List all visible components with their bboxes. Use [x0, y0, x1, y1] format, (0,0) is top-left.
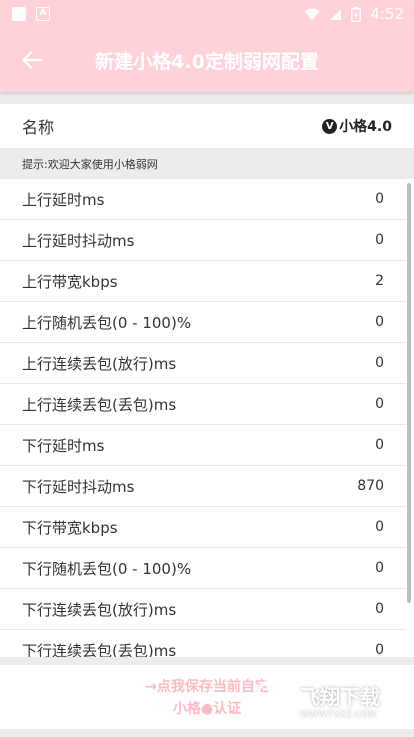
setting-value: 0: [375, 191, 384, 207]
setting-label: 下行随机丢包(0 - 100)%: [22, 559, 192, 578]
setting-label: 上行带宽kbps: [22, 272, 118, 291]
name-value-text: 小格4.0: [339, 119, 392, 135]
setting-row[interactable]: 下行延时抖动ms 870: [0, 466, 406, 507]
setting-value: 0: [375, 437, 384, 453]
setting-label: 下行连续丢包(放行)ms: [22, 600, 177, 619]
setting-label: 下行延时ms: [22, 436, 105, 455]
battery-icon: [351, 6, 362, 22]
settings-list[interactable]: 上行延时ms 0 上行延时抖动ms 0 上行带宽kbps 2 上行随机丢包(0 …: [0, 179, 414, 657]
status-bar: A 4:52: [0, 0, 414, 28]
wifi-icon: [304, 8, 320, 20]
scrollbar[interactable]: [407, 183, 411, 603]
setting-label: 下行连续丢包(丢包)ms: [22, 641, 177, 658]
name-value: V 小格4.0: [322, 116, 392, 136]
save-hint-text: →点我保存当前自定: [145, 679, 269, 695]
back-button[interactable]: [0, 28, 64, 92]
setting-value: 0: [375, 601, 384, 617]
signal-icon: [330, 8, 342, 20]
wing-logo-icon: [253, 679, 295, 721]
setting-row[interactable]: 下行随机丢包(0 - 100)% 0: [0, 548, 406, 589]
setting-value: 0: [375, 314, 384, 330]
setting-value: 0: [375, 519, 384, 535]
setting-row[interactable]: 上行连续丢包(放行)ms 0: [0, 343, 406, 384]
v-badge-icon: V: [322, 118, 338, 134]
square-icon: [12, 7, 26, 21]
name-label: 名称: [22, 118, 55, 137]
watermark: 飞翔下载 WWW.FXXZ.COM: [252, 672, 402, 728]
a-notification-icon: A: [36, 7, 50, 21]
arrow-left-icon: [22, 51, 42, 69]
status-time: 4:52: [370, 5, 404, 23]
setting-row[interactable]: 下行延时ms 0: [0, 425, 406, 466]
hint-text: 提示:欢迎大家使用小格弱网: [22, 158, 158, 171]
setting-row[interactable]: 上行随机丢包(0 - 100)% 0: [0, 302, 406, 343]
setting-value: 2: [375, 273, 384, 289]
setting-value: 0: [375, 355, 384, 371]
setting-row[interactable]: 下行连续丢包(丢包)ms 0: [0, 630, 406, 658]
app-bar: 新建小格4.0定制弱网配置: [0, 28, 414, 92]
watermark-url: WWW.FXXZ.COM: [300, 709, 377, 720]
setting-label: 上行连续丢包(放行)ms: [22, 354, 177, 373]
setting-row[interactable]: 上行延时ms 0: [0, 179, 406, 220]
setting-label: 下行延时抖动ms: [22, 477, 135, 496]
setting-value: 870: [357, 478, 384, 494]
setting-value: 0: [375, 232, 384, 248]
setting-row[interactable]: 上行延时抖动ms 0: [0, 220, 406, 261]
setting-label: 上行延时ms: [22, 190, 105, 209]
setting-value: 0: [375, 642, 384, 657]
setting-row[interactable]: 下行连续丢包(放行)ms 0: [0, 589, 406, 630]
setting-value: 0: [375, 396, 384, 412]
setting-row[interactable]: 上行带宽kbps 2: [0, 261, 406, 302]
certification-text: 小格●认证: [172, 701, 242, 717]
setting-row[interactable]: 下行带宽kbps 0: [0, 507, 406, 548]
setting-label: 上行随机丢包(0 - 100)%: [22, 313, 192, 332]
setting-row[interactable]: 上行连续丢包(丢包)ms 0: [0, 384, 406, 425]
setting-label: 上行连续丢包(丢包)ms: [22, 395, 177, 414]
setting-value: 0: [375, 560, 384, 576]
setting-label: 下行带宽kbps: [22, 518, 118, 537]
name-row[interactable]: 名称 V 小格4.0: [0, 104, 414, 148]
watermark-title: 飞翔下载: [300, 684, 380, 709]
setting-label: 上行延时抖动ms: [22, 231, 135, 250]
